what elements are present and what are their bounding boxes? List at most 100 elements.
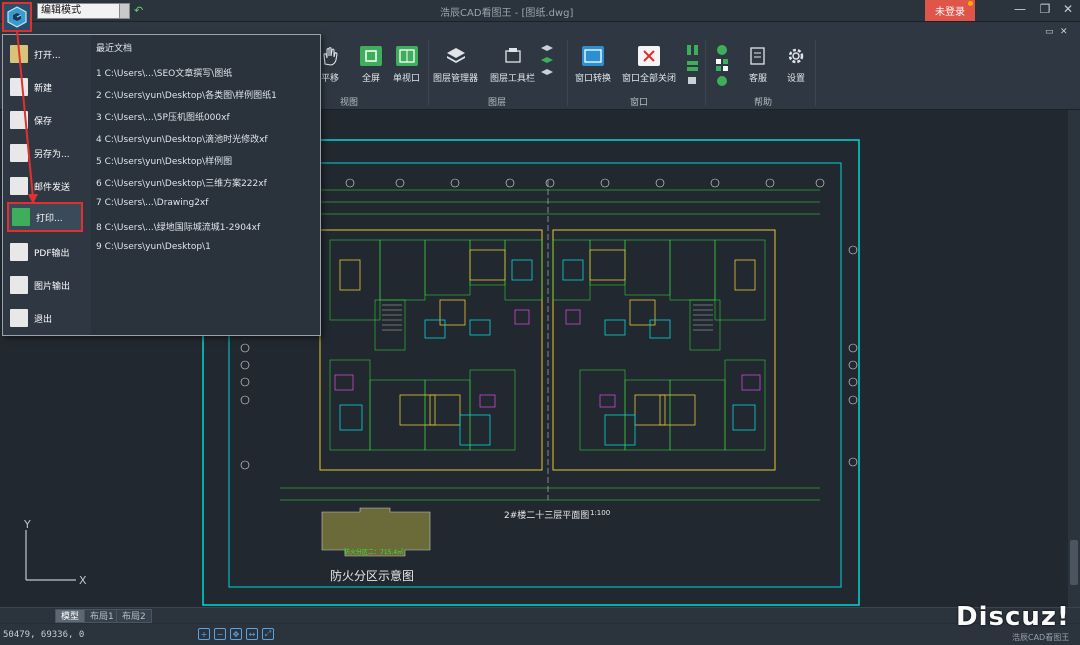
customer-service-button[interactable]: 客服 [747,46,769,84]
menu-item-label: 图片输出 [34,281,71,292]
ribbon-separator [428,40,429,106]
notification-dot-icon [968,1,973,6]
menu-item-save-as[interactable]: 另存为... [7,138,91,168]
close-button[interactable]: ✕ [1058,2,1078,16]
group-help-label: 帮助 [754,98,773,108]
close-window-icon [638,46,660,66]
scrollbar-thumb[interactable] [1070,540,1078,585]
hand-icon [319,46,341,66]
menu-item-label: 退出 [34,314,53,325]
dimension-lines-top [290,189,820,215]
plan-title: 2#楼二十三层平面图 [504,511,590,521]
menu-item-pdf[interactable]: PDF输出 [7,237,91,267]
chevron-down-icon[interactable] [119,4,129,18]
layout-tabs: 模型 布局1 布局2 [0,607,1080,623]
building-right [552,229,776,471]
ribbon-separator [705,40,706,106]
login-label: 未登录 [935,7,965,18]
layer-stack-icon[interactable] [540,44,554,84]
single-viewport-button[interactable]: 单视口 [393,46,420,84]
plan-scale: 1:100 [590,509,611,517]
recent-document-item[interactable]: 2 C:\Users\yun\Desktop\各类图\样例图纸1 [96,88,277,101]
settings-label: 设置 [786,74,805,84]
menu-item-label: 新建 [34,83,53,94]
mode-select[interactable]: 编辑模式 [37,3,130,19]
axis-x-label: X [79,574,87,587]
layer-toolbar-icon [502,46,524,66]
layer-toolbar-label: 图层工具栏 [490,74,536,84]
save-as-icon [10,144,28,162]
pan-button[interactable]: 平移 [319,46,341,84]
menu-item-label: 邮件发送 [34,182,71,193]
status-bar: 50479, 69336, 0 + − ✥ ↔ ⤢ [0,624,1080,645]
recent-document-item[interactable]: 5 C:\Users\yun\Desktop\样例图 [96,154,232,167]
menu-item-exit[interactable]: 退出 [7,303,91,333]
axis-y-label: Y [24,518,31,531]
recent-document-item[interactable]: 4 C:\Users\yun\Desktop\滴池时光修改xf [96,132,268,145]
menu-item-label: 另存为... [34,149,70,160]
menu-item-label: 打印... [36,213,63,224]
fit-window-icon[interactable]: ⤢ [262,628,274,640]
close-all-windows-button[interactable]: 窗口全部关闭 [622,46,676,84]
recent-document-item[interactable]: 8 C:\Users\...\绿地国际城流城1-2904xf [96,220,260,233]
fullscreen-button[interactable]: 全屏 [360,46,382,84]
recent-document-item[interactable]: 1 C:\Users\...\SEO文章撰写\图纸 [96,66,232,79]
menu-item-new[interactable]: 新建 [7,72,91,102]
menu-item-save[interactable]: 保存 [7,105,91,135]
pdf-icon [10,243,28,261]
recent-document-item[interactable]: 6 C:\Users\yun\Desktop\三维方案222xf [96,176,267,189]
group-view-label: 视图 [340,98,359,108]
fit-width-icon[interactable]: ↔ [246,628,258,640]
coordinate-readout: 50479, 69336, 0 [3,630,85,640]
ribbon-separator [815,40,816,106]
pan-label: 平移 [320,74,339,84]
zoom-in-icon[interactable]: + [198,628,210,640]
window-switch-button[interactable]: 窗口转换 [575,46,611,84]
app-menu-button[interactable] [2,2,32,32]
layers-icon [445,46,467,66]
zoom-out-icon[interactable]: − [214,628,226,640]
help-small-icons[interactable] [715,44,729,88]
layer-manager-label: 图层管理器 [433,74,479,84]
vertical-scrollbar[interactable] [1068,110,1080,607]
gear-icon [785,46,807,66]
tab-layout1[interactable]: 布局1 [84,609,120,623]
window-title: 浩辰CAD看图王 - [图纸.dwg] [440,8,574,19]
mail-icon [10,177,28,195]
tab-model[interactable]: 模型 [55,609,86,623]
ribbon-close-icon[interactable]: ✕ [1060,27,1068,37]
layer-manager-button[interactable]: 图层管理器 [433,46,478,84]
dimension-lines-bottom [280,487,820,501]
menu-item-label: PDF输出 [34,248,70,259]
menu-command-list: 打开... 新建 保存 另存为... 邮件发送 打印... PDF输出 图片输出… [3,35,91,335]
status-brand: 浩辰CAD看图王 [1012,633,1070,642]
recent-documents-title: 最近文档 [96,44,133,54]
single-viewport-icon [395,46,418,66]
undo-icon[interactable]: ↶ [134,4,143,17]
window-tile-icons[interactable] [686,44,700,88]
ribbon-collapse-icon[interactable]: ▭ [1045,27,1054,37]
fullscreen-label: 全屏 [361,74,380,84]
fire-zone-title: 防火分区示意图 [330,569,415,583]
group-layer-label: 图层 [488,98,507,108]
recent-document-item[interactable]: 3 C:\Users\...\5P压机图纸000xf [96,110,230,123]
recent-document-item[interactable]: 9 C:\Users\yun\Desktop\1 [96,242,211,252]
maximize-button[interactable]: ❐ [1035,2,1055,16]
layer-toolbar-button[interactable]: 图层工具栏 [490,46,535,84]
tab-layout2[interactable]: 布局2 [116,609,152,623]
menu-item-email[interactable]: 邮件发送 [7,171,91,201]
login-button[interactable]: 未登录 [925,0,975,21]
minimize-button[interactable]: — [1010,2,1030,16]
recent-document-item[interactable]: 7 C:\Users\...\Drawing2xf [96,198,208,208]
settings-button[interactable]: 设置 [785,46,807,84]
menu-item-open[interactable]: 打开... [7,39,91,69]
save-icon [10,111,28,129]
pan-tool-icon[interactable]: ✥ [230,628,242,640]
menu-item-image-export[interactable]: 图片输出 [7,270,91,300]
printer-icon [12,208,30,226]
group-window-label: 窗口 [630,98,649,108]
menu-item-print[interactable]: 打印... [7,202,83,232]
status-tools: + − ✥ ↔ ⤢ [198,628,274,640]
new-file-icon [10,78,28,96]
mode-select-value: 编辑模式 [41,5,81,16]
